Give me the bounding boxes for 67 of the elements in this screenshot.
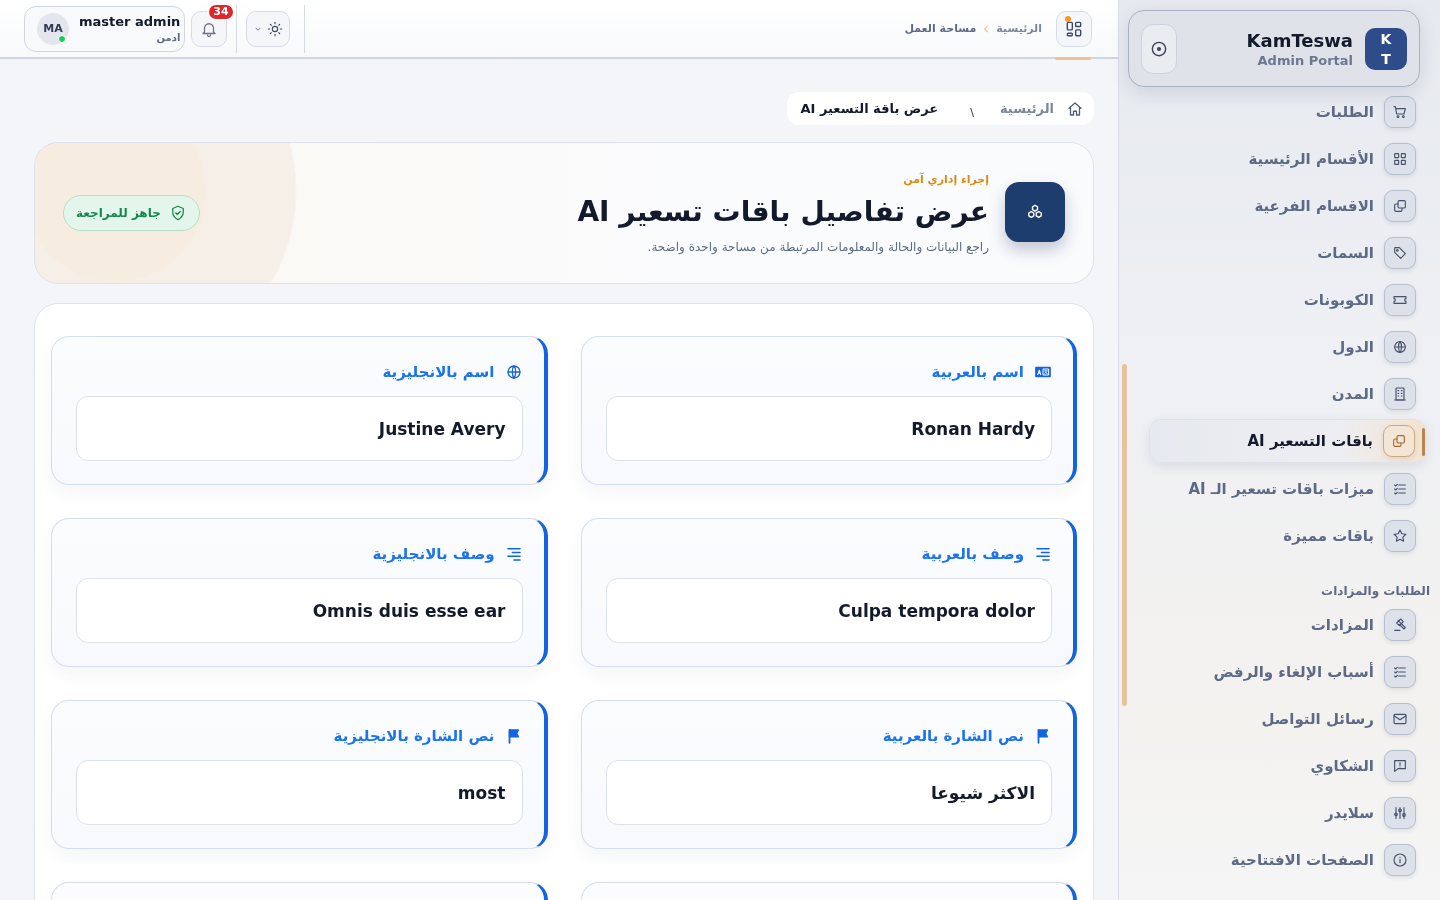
collapse-button[interactable]	[1141, 23, 1177, 74]
value-field: most	[76, 760, 523, 825]
notification-badge: 34	[207, 2, 235, 21]
sidebar-item[interactable]: المدن	[1141, 370, 1416, 417]
globe-icon	[1392, 338, 1408, 355]
breadcrumb-link[interactable]: الرئيسية	[999, 101, 1054, 116]
sidebar-item[interactable]: أسباب الإلغاء والرفض	[1141, 648, 1416, 696]
building-icon	[1392, 385, 1408, 402]
field-label: وصف بالعربية	[921, 545, 1024, 563]
copy-icon	[1392, 197, 1408, 214]
mail-icon	[1392, 711, 1408, 727]
sidebar-item[interactable]: الكوبونات	[1141, 276, 1416, 323]
sidebar-item[interactable]: الدول	[1141, 323, 1416, 370]
status-badge: جاهز للمراجعة	[63, 195, 200, 231]
eyebrow-label: إجراء إداري آمن	[902, 172, 989, 186]
star-icon	[1392, 528, 1408, 544]
theme-button[interactable]	[246, 10, 291, 47]
breadcrumb-separator: \	[970, 105, 974, 119]
page-subtitle: راجع البيانات والحالة والمعلومات المرتبطة من مساحة واحدة واضحة.	[646, 239, 989, 254]
sidebar-item[interactable]: باقات التسعير AI	[1149, 419, 1426, 463]
field-label: وصف بالانجليزية	[372, 545, 495, 563]
sidebar-item[interactable]: الاقسام الفرعية	[1141, 182, 1416, 229]
field-label: نص الشارة بالعربية	[882, 727, 1024, 745]
sidebar-item[interactable]: السمات	[1141, 229, 1416, 276]
brand-name: KamTeswa	[1245, 29, 1353, 51]
sun-icon	[267, 20, 284, 37]
avatar: MA	[37, 12, 69, 45]
breadcrumb-link[interactable]: الرئيسية	[996, 22, 1042, 35]
user-role: ادمن	[155, 32, 181, 43]
text-align-icon	[1034, 545, 1052, 563]
value-field: Ronan Hardy	[605, 396, 1052, 461]
user-name: master admin	[79, 14, 181, 29]
sidebar-item[interactable]: الأقسام الرئيسية	[1141, 135, 1416, 182]
gavel-icon	[1392, 617, 1408, 633]
page-title: عرض تفاصيل باقات تسعير AI	[576, 193, 989, 230]
brand-subtitle: Admin Portal	[1256, 52, 1353, 68]
globe-icon	[504, 363, 523, 381]
value-field: Culpa tempora dolor	[605, 578, 1052, 643]
logo: K T	[1365, 27, 1407, 70]
chat-alert-icon	[1392, 758, 1408, 774]
value-field: الاكثر شيوعا	[605, 760, 1052, 825]
checklist-icon	[1392, 481, 1408, 497]
sidebar-item[interactable]: الصفحات الافتتاحية	[1141, 836, 1416, 884]
value-field: Justine Avery	[76, 396, 523, 461]
status-dot	[1065, 15, 1071, 22]
sidebar-item[interactable]: سلايدر	[1141, 789, 1416, 837]
sliders-icon	[1392, 805, 1408, 821]
sidebar-item[interactable]: ميزات باقات تسعير الـ AI	[1141, 465, 1416, 513]
field-label: نص الشارة بالانجليزية	[333, 727, 495, 745]
info-icon	[1392, 852, 1408, 868]
sidebar-item[interactable]: الشكاوي	[1141, 742, 1416, 790]
sidebar-item[interactable]: رسائل التواصل	[1141, 695, 1416, 743]
value-field: Omnis duis esse ear	[76, 578, 523, 643]
section-heading: الطلبات والمزادات	[1320, 582, 1430, 601]
sidebar-item[interactable]: المزادات	[1141, 601, 1416, 649]
copy-icon	[1391, 433, 1407, 449]
field-label: اسم بالانجليزية	[382, 363, 495, 381]
breadcrumb-current: مساحة العمل	[904, 22, 977, 35]
cart-icon	[1392, 103, 1408, 120]
checklist-icon	[1392, 664, 1408, 680]
grid-icon	[1392, 150, 1408, 167]
tag-icon	[1392, 244, 1408, 261]
sidebar-item[interactable]: الطلبات	[1141, 88, 1416, 135]
breadcrumb-current: عرض باقة التسعير AI	[800, 101, 939, 116]
text-align-icon	[504, 545, 523, 563]
field-label: اسم بالعربية	[931, 363, 1024, 381]
sidebar-item[interactable]: باقات مميزة	[1141, 512, 1416, 560]
